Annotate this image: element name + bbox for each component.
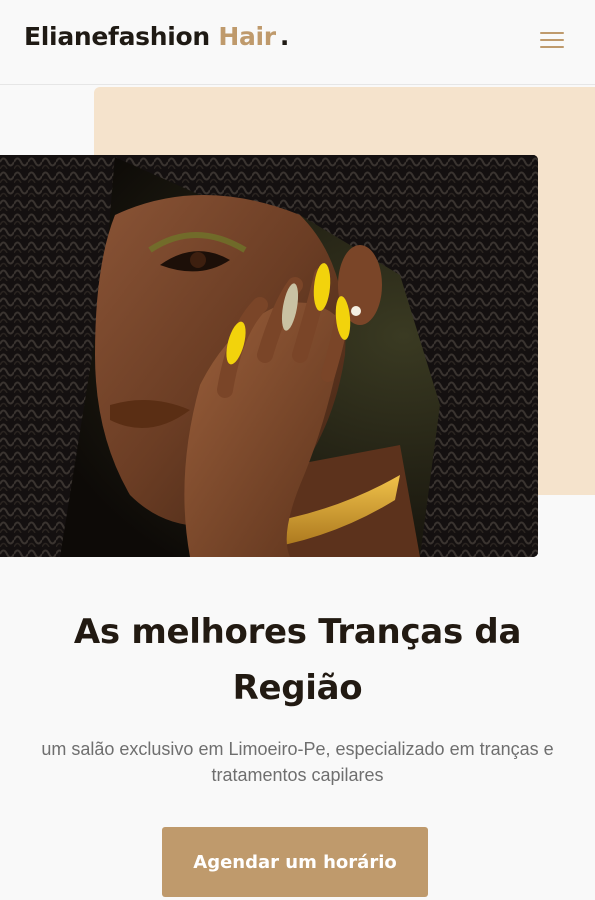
hero-subtitle: um salão exclusivo em Limoeiro-Pe, espec… bbox=[41, 739, 554, 785]
menu-bar bbox=[540, 39, 564, 41]
menu-bar bbox=[540, 46, 564, 48]
hero-image bbox=[0, 155, 538, 557]
brand-accent: Hair bbox=[218, 22, 276, 51]
brand-name: Elianefashion bbox=[24, 22, 210, 51]
brand-dot: . bbox=[279, 22, 290, 51]
hero-headline: As melhores Tranças da Região bbox=[73, 612, 522, 708]
hamburger-menu-icon[interactable] bbox=[532, 22, 572, 58]
schedule-appointment-button[interactable]: Agendar um horário bbox=[162, 827, 428, 897]
menu-bar bbox=[540, 32, 564, 34]
site-header: Elianefashion Hair. bbox=[0, 0, 595, 85]
brand-logo[interactable]: Elianefashion Hair. bbox=[24, 22, 289, 51]
